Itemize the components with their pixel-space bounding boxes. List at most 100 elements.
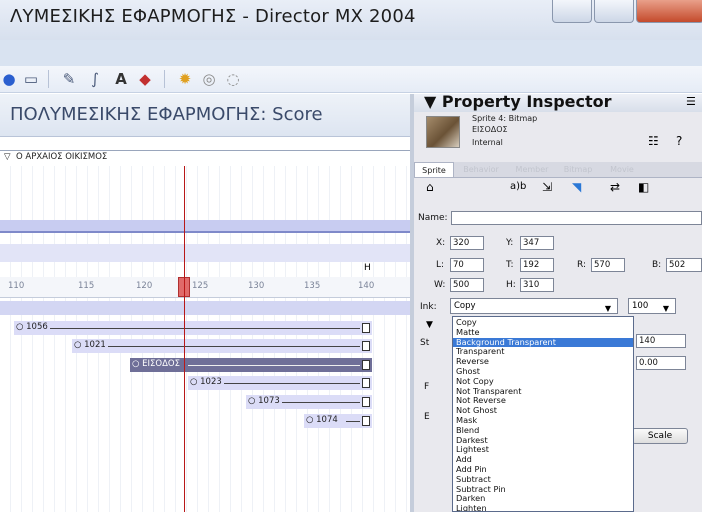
sprite-end-marker	[362, 397, 370, 407]
sprite-end-marker	[362, 416, 370, 426]
sprite-span[interactable]: ○ 1056	[14, 321, 372, 335]
tween-icon[interactable]: ◧	[638, 180, 649, 194]
inspector-header: ▼ Property Inspector ☰	[414, 94, 702, 112]
moveable-icon[interactable]: ⇲	[542, 180, 552, 194]
chat-icon[interactable]: ◌	[224, 70, 242, 88]
sprite-type: Sprite 4: Bitmap	[472, 114, 538, 123]
ink-option[interactable]: Lighten	[453, 503, 633, 511]
end-frame-field[interactable]: 140	[636, 334, 686, 348]
sprite-label: ○ 1023	[190, 377, 222, 387]
sprite-label: ○ 1074	[306, 415, 338, 425]
ruler-tick: 125	[192, 281, 209, 291]
text-icon[interactable]: A	[112, 70, 130, 88]
sprite-label: ○ 1021	[74, 340, 106, 350]
chevron-down-icon: ▼	[662, 304, 669, 313]
height-field[interactable]: 310	[520, 278, 554, 292]
scale-button[interactable]: Scale	[632, 428, 688, 444]
name-field[interactable]	[451, 211, 702, 225]
x-field[interactable]: 320	[450, 236, 484, 250]
playhead-line	[184, 166, 185, 512]
marker-row[interactable]: ▽ Ο ΑΡΧΑΙΟΣ ΟΙΚΙΣΜΟΣ	[0, 150, 410, 167]
tab-member[interactable]: Member	[508, 162, 556, 177]
ink-option[interactable]: Copy	[453, 317, 633, 328]
minimize-button[interactable]	[552, 0, 592, 23]
ruler-tick: 135	[304, 281, 321, 291]
help-icon[interactable]: ?	[676, 134, 682, 148]
sun-icon[interactable]: ✹	[176, 70, 194, 88]
ruler-tick: 140	[358, 281, 375, 291]
brush-icon[interactable]: ✎	[60, 70, 78, 88]
ink-select[interactable]: Copy ▼	[450, 298, 618, 314]
start-frame-label: St	[420, 338, 430, 348]
score-title: ΠΟΛΥΜΕΣΙΚΗΣ ΕΦΑΡΜΟΓΗΣ: Score	[10, 104, 323, 125]
tab-movie[interactable]: Movie	[600, 162, 644, 177]
editable-icon[interactable]: a)b	[510, 181, 526, 192]
sprite-member-name: ΕΙΣΟΔΟΣ	[472, 125, 508, 134]
sprite-label: ○ 1073	[248, 396, 280, 406]
script-icon[interactable]: ∫	[86, 70, 104, 88]
width-label: W:	[434, 280, 446, 290]
window-title: ΛΥΜΕΣΙΚΗΣ ΕΦΑΡΜΟΓΗΣ - Director MX 2004	[10, 6, 416, 27]
sprite-label: ○ ΕΙΣΟΔΟΣ	[132, 359, 180, 369]
bottom-field[interactable]: 502	[666, 258, 702, 272]
width-field[interactable]: 500	[450, 278, 484, 292]
ruler-tick: 130	[248, 281, 265, 291]
sprite-line	[346, 421, 360, 422]
rotation-field[interactable]: 0.00	[636, 356, 686, 370]
sprite-end-marker	[362, 341, 370, 351]
close-button[interactable]	[636, 0, 702, 23]
tab-bitmap[interactable]: Bitmap	[556, 162, 600, 177]
sprite-line	[282, 402, 360, 403]
panel-menu-icon[interactable]: ☰	[686, 95, 696, 108]
ink-value: Copy	[454, 301, 476, 311]
ink-option[interactable]: Reverse	[453, 356, 633, 367]
top-label: T:	[506, 260, 514, 270]
tape-icon[interactable]: ◎	[200, 70, 218, 88]
right-label: R:	[577, 260, 587, 270]
list-view-icon[interactable]: ☷	[648, 134, 659, 148]
ruler-tick: 110	[8, 281, 25, 291]
ink-label: Ink:	[420, 302, 437, 312]
sprite-span-selected[interactable]: ○ ΕΙΣΟΔΟΣ	[130, 358, 372, 372]
title-bar: ΛΥΜΕΣΙΚΗΣ ΕΦΑΡΜΟΓΗΣ - Director MX 2004	[0, 0, 702, 40]
trails-icon[interactable]: ◥	[572, 180, 581, 194]
lock-icon[interactable]: ⌂	[426, 180, 434, 194]
disc-icon[interactable]: ●	[0, 70, 18, 88]
marker-triangle-icon: ▽	[4, 152, 11, 162]
height-label: H:	[506, 280, 516, 290]
tab-sprite[interactable]: Sprite	[414, 162, 454, 177]
score-title-bar: ΠΟΛΥΜΕΣΙΚΗΣ ΕΦΑΡΜΟΓΗΣ: Score	[0, 94, 410, 137]
ink-option[interactable]: Not Ghost	[453, 405, 633, 416]
toolbar-separator	[164, 70, 165, 88]
sprite-span[interactable]: ○ 1074	[304, 414, 372, 428]
ink-option[interactable]: Mask	[453, 415, 633, 426]
sprite-cast-lib: Internal	[472, 138, 503, 147]
tab-behavior[interactable]: Behavior	[454, 162, 508, 177]
ruler-tick: 120	[136, 281, 153, 291]
sprite-line	[108, 346, 360, 347]
menu-bar	[0, 40, 702, 67]
bottom-label: B:	[652, 260, 662, 270]
book-icon[interactable]: ▭	[22, 70, 40, 88]
x-label: X:	[436, 238, 446, 248]
flip-icon[interactable]: ⇄	[610, 180, 620, 194]
ink-option[interactable]: Lightest	[453, 445, 633, 455]
y-label: Y:	[506, 238, 514, 248]
top-field[interactable]: 192	[520, 258, 554, 272]
y-field[interactable]: 347	[520, 236, 554, 250]
left-field[interactable]: 70	[450, 258, 484, 272]
right-field[interactable]: 570	[591, 258, 625, 272]
maximize-button[interactable]	[594, 0, 634, 23]
field-label-fragment: F	[424, 382, 430, 392]
blend-select[interactable]: 100 ▼	[628, 298, 676, 314]
inspector-title: ▼ Property Inspector	[424, 94, 612, 111]
sprite-span[interactable]: ○ 1021	[72, 339, 372, 353]
sprite-line	[224, 383, 360, 384]
sprite-span[interactable]: ○ 1073	[246, 395, 372, 409]
sprite-span[interactable]: ○ 1023	[188, 376, 372, 390]
blend-value: 100	[632, 301, 649, 311]
paint-icon[interactable]: ◆	[136, 70, 154, 88]
toolbar-separator	[48, 70, 49, 88]
ink-dropdown-list: Copy Matte Background Transparent Transpare…	[452, 316, 634, 512]
section-collapse-icon[interactable]: ▼	[426, 320, 433, 330]
